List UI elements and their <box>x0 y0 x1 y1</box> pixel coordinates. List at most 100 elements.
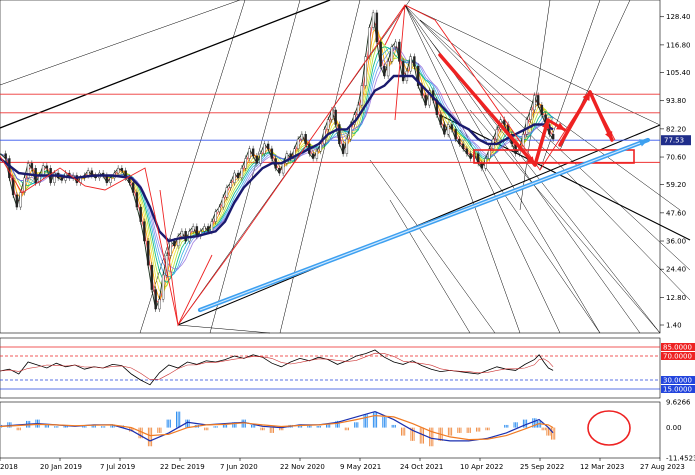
candle-body <box>480 163 484 169</box>
chart-svg: 128.40 116.80 105.40 93.80 82.20 70.60 59.20 47… <box>0 0 695 471</box>
candle-body <box>173 240 176 247</box>
candle-body <box>206 226 210 232</box>
candle-body <box>529 109 532 120</box>
candle-body <box>281 163 285 174</box>
fan-line <box>209 0 301 334</box>
candle-body <box>476 153 480 164</box>
candle-body <box>139 206 142 222</box>
fan-line <box>0 0 241 86</box>
candle-body <box>540 104 544 115</box>
x-tick-label: 12 Mar 2023 <box>580 463 624 471</box>
rsi-level-label: 85.0000 <box>663 344 692 352</box>
candle-body <box>221 197 225 208</box>
candle-body <box>319 143 322 152</box>
candle-body <box>4 153 7 159</box>
candle-body <box>296 138 300 149</box>
candle-body <box>360 85 364 106</box>
candle-body <box>184 231 187 242</box>
rsi-level-label: 15.0000 <box>663 386 692 394</box>
candle-body <box>386 61 390 77</box>
candle-body <box>495 129 499 140</box>
candle-body <box>229 182 232 188</box>
x-tick-label: 7 Jun 2020 <box>220 463 258 471</box>
rsi-signal-line <box>0 352 554 380</box>
rsi-level-label: 30.0000 <box>663 377 692 385</box>
candle-body <box>26 163 30 179</box>
x-tick-label: 24 Oct 2021 <box>400 463 443 471</box>
candle-body <box>409 56 412 72</box>
candle-body <box>446 124 450 135</box>
price-tag-text: 77.53 <box>664 137 684 145</box>
candle-body <box>469 153 472 159</box>
candle-body <box>345 138 349 154</box>
candle-body <box>23 177 26 193</box>
y-tick-label: 1.40 <box>666 322 682 330</box>
fan-line <box>369 159 496 334</box>
fan-line <box>539 0 601 171</box>
candle-body <box>326 119 330 130</box>
x-tick-label: 22 Dec 2019 <box>160 463 205 471</box>
y-tick-label: 105.40 <box>666 69 691 77</box>
candle-body <box>131 182 135 193</box>
candle-body <box>443 124 446 135</box>
candle-body <box>383 66 386 77</box>
price-panel: 128.40 116.80 105.40 93.80 82.20 70.60 59.20 47… <box>0 0 691 334</box>
candle-body <box>210 221 214 232</box>
candle-body <box>109 177 112 183</box>
candle-body <box>368 27 371 57</box>
candle-body <box>8 158 11 179</box>
candle-body <box>439 114 442 125</box>
candle-body <box>259 153 262 164</box>
candle-body <box>169 240 172 256</box>
y-tick-label: 24.40 <box>666 266 686 274</box>
candle-body <box>225 187 229 198</box>
fan-line <box>139 0 246 334</box>
candle-body <box>158 299 161 310</box>
macd-tick-label: -11.4523 <box>666 455 695 463</box>
candle-body <box>270 148 274 159</box>
macd-tick-label: 0.00 <box>666 424 682 432</box>
candle-body <box>341 143 345 154</box>
candle-body <box>311 153 315 159</box>
y-tick-label: 36.00 <box>666 238 686 246</box>
macd-frame <box>0 401 661 459</box>
rsi-panel: 85.000070.0000 30.000015.0000 <box>0 337 695 399</box>
time-axis: 2018 20 Jan 2019 7 Jul 2019 22 Dec 2019 7 Ju… <box>0 458 685 471</box>
x-tick-label: 25 Sep 2022 <box>520 463 564 471</box>
candle-body <box>394 41 397 48</box>
candle-body <box>334 109 337 125</box>
y-tick-label: 93.80 <box>666 97 686 105</box>
candle-body <box>458 138 461 145</box>
candle-body <box>450 124 454 130</box>
candle-body <box>203 226 206 232</box>
candle-body <box>551 134 555 140</box>
annotation-circle <box>587 410 631 446</box>
candle-body <box>465 148 469 154</box>
candle-body <box>454 129 457 140</box>
candle-body <box>356 104 360 115</box>
macd-tick-label: 9.6266 <box>666 399 691 407</box>
red-arrow <box>438 53 537 167</box>
candle-body <box>371 12 375 28</box>
candle-body <box>161 274 165 300</box>
y-tick-label: 116.80 <box>666 41 691 49</box>
candle-body <box>60 177 64 181</box>
rsi-line <box>0 349 554 386</box>
candle-body <box>266 143 270 149</box>
candle-body <box>15 194 19 208</box>
candle-body <box>338 124 341 145</box>
candle-body <box>330 109 334 120</box>
candle-body <box>379 41 382 67</box>
candle-body <box>180 231 184 237</box>
y-tick-label: 82.20 <box>666 125 686 133</box>
candle-body <box>236 172 240 179</box>
x-tick-label: 10 Apr 2022 <box>460 463 503 471</box>
candle-body <box>244 158 247 169</box>
candle-body <box>116 167 120 174</box>
candle-body <box>304 134 307 145</box>
candle-body <box>218 206 221 213</box>
candle-body <box>11 177 15 196</box>
candle-body <box>424 95 427 106</box>
candle-body <box>248 148 251 159</box>
y-tick-label: 70.60 <box>666 154 686 162</box>
